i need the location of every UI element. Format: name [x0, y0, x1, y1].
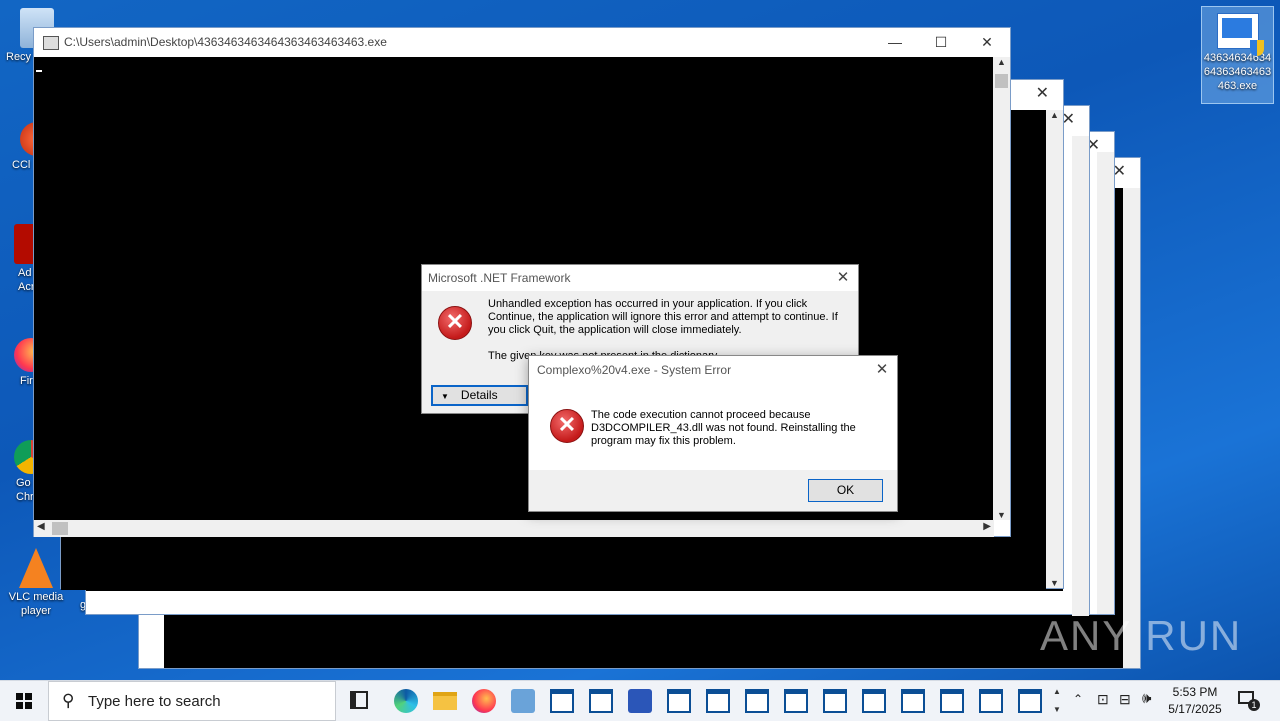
edge-icon[interactable] [394, 689, 418, 713]
clock[interactable]: 5:53 PM 5/17/2025 [1163, 684, 1227, 718]
show-hidden-icons-chevron-up-icon[interactable]: ⌃ [1073, 692, 1083, 706]
exe-file-icon [1216, 13, 1264, 56]
desktop-icon-label: VLC media player [8, 591, 64, 617]
scrollbar[interactable]: ▲ ▼ [1046, 110, 1063, 588]
volume-icon[interactable]: 🕪 [1142, 690, 1151, 707]
error-icon: ✕ [550, 409, 584, 443]
dialog-title: Complexo%20v4.exe - System Error [529, 356, 897, 384]
chevron-down-icon: ▼ [441, 392, 449, 401]
console-app-icon [43, 36, 59, 50]
console-app-icon[interactable] [745, 689, 769, 713]
scroll-up-arrow[interactable]: ▲ [993, 57, 1010, 74]
search-box[interactable]: ⚲ Type here to search [48, 681, 336, 721]
system-error-dialog[interactable]: Complexo%20v4.exe - System Error ✕ ✕ The… [528, 355, 898, 512]
control-panel-icon[interactable] [511, 689, 535, 713]
console-app-icon[interactable] [550, 689, 574, 713]
search-icon: ⚲ [62, 691, 75, 710]
dotnet-app-icon[interactable] [628, 689, 652, 713]
taskbar: ⚲ Type here to search ▲ ▼ ⌃ ⊡ ⊟ 🕪 5:53 PM… [0, 680, 1280, 721]
anyrun-watermark: ANY RUN [1040, 612, 1243, 659]
selected-icon-label: 43634634634 64363463463 463.exe [1203, 52, 1272, 92]
shield-icon [1249, 40, 1264, 56]
console-app-icon[interactable] [667, 689, 691, 713]
scroll-thumb[interactable] [52, 522, 68, 535]
maximize-button[interactable]: ☐ [918, 28, 964, 57]
file-explorer-icon[interactable] [433, 692, 457, 710]
horizontal-scrollbar[interactable]: ◀ ▶ [34, 520, 994, 537]
console-app-icon[interactable] [589, 689, 613, 713]
dialog-message: Unhandled exception has occurred in your… [488, 298, 838, 336]
console-app-icon[interactable] [940, 689, 964, 713]
scroll-down-arrow[interactable]: ▼ [993, 510, 1010, 520]
console-app-icon[interactable] [784, 689, 808, 713]
close-button[interactable]: ✕ [867, 356, 897, 384]
dialog-message: The code execution cannot proceed becaus… [591, 409, 856, 447]
console-app-icon[interactable] [862, 689, 886, 713]
console-app-icon[interactable] [823, 689, 847, 713]
scrollbar[interactable] [1072, 136, 1089, 616]
scroll-thumb[interactable] [995, 74, 1008, 88]
taskbar-scroll[interactable]: ▲ ▼ [1050, 683, 1064, 719]
scroll-up-arrow[interactable]: ▲ [1046, 110, 1063, 120]
minimize-button[interactable]: — [872, 28, 918, 57]
clock-time: 5:53 PM [1172, 685, 1218, 699]
network-icon[interactable]: ⊡ [1097, 691, 1109, 708]
scroll-down-arrow[interactable]: ▼ [1046, 578, 1063, 588]
ok-button[interactable]: OK [808, 479, 883, 502]
console-app-icon[interactable] [706, 689, 730, 713]
window-title: C:\Users\admin\Desktop\43634634634643634… [64, 35, 387, 49]
task-view-icon[interactable] [350, 691, 368, 709]
console-app-icon[interactable] [1018, 689, 1042, 713]
clock-date: 5/17/2025 [1168, 702, 1222, 716]
scrollbar[interactable] [1097, 152, 1114, 614]
text-cursor [36, 70, 42, 72]
close-icon[interactable]: ✕ [1036, 86, 1049, 102]
search-placeholder: Type here to search [88, 693, 221, 710]
console-app-icon[interactable] [979, 689, 1003, 713]
start-button[interactable] [0, 681, 48, 721]
scroll-left-arrow[interactable]: ◀ [37, 521, 45, 532]
details-button[interactable]: ▼ Details [431, 385, 528, 406]
scrollbar[interactable] [1123, 188, 1140, 668]
ethernet-icon[interactable]: ⊟ [1119, 691, 1131, 708]
vertical-scrollbar[interactable]: ▲ ▼ [993, 57, 1010, 520]
notification-badge: 1 [1248, 699, 1260, 711]
close-button[interactable]: ✕ [964, 28, 1010, 57]
scroll-right-arrow[interactable]: ▶ [983, 521, 991, 532]
action-center-button[interactable]: 1 [1238, 691, 1260, 711]
desktop-icon-selected-exe[interactable]: 43634634634 64363463463 463.exe [1201, 6, 1274, 104]
firefox-icon[interactable] [472, 689, 496, 713]
vlc-icon [19, 548, 53, 588]
console-app-icon[interactable] [901, 689, 925, 713]
error-icon: ✕ [438, 306, 472, 340]
close-button[interactable]: ✕ [828, 265, 858, 291]
dialog-title: Microsoft .NET Framework [422, 265, 858, 291]
windows-logo-icon [16, 693, 32, 709]
